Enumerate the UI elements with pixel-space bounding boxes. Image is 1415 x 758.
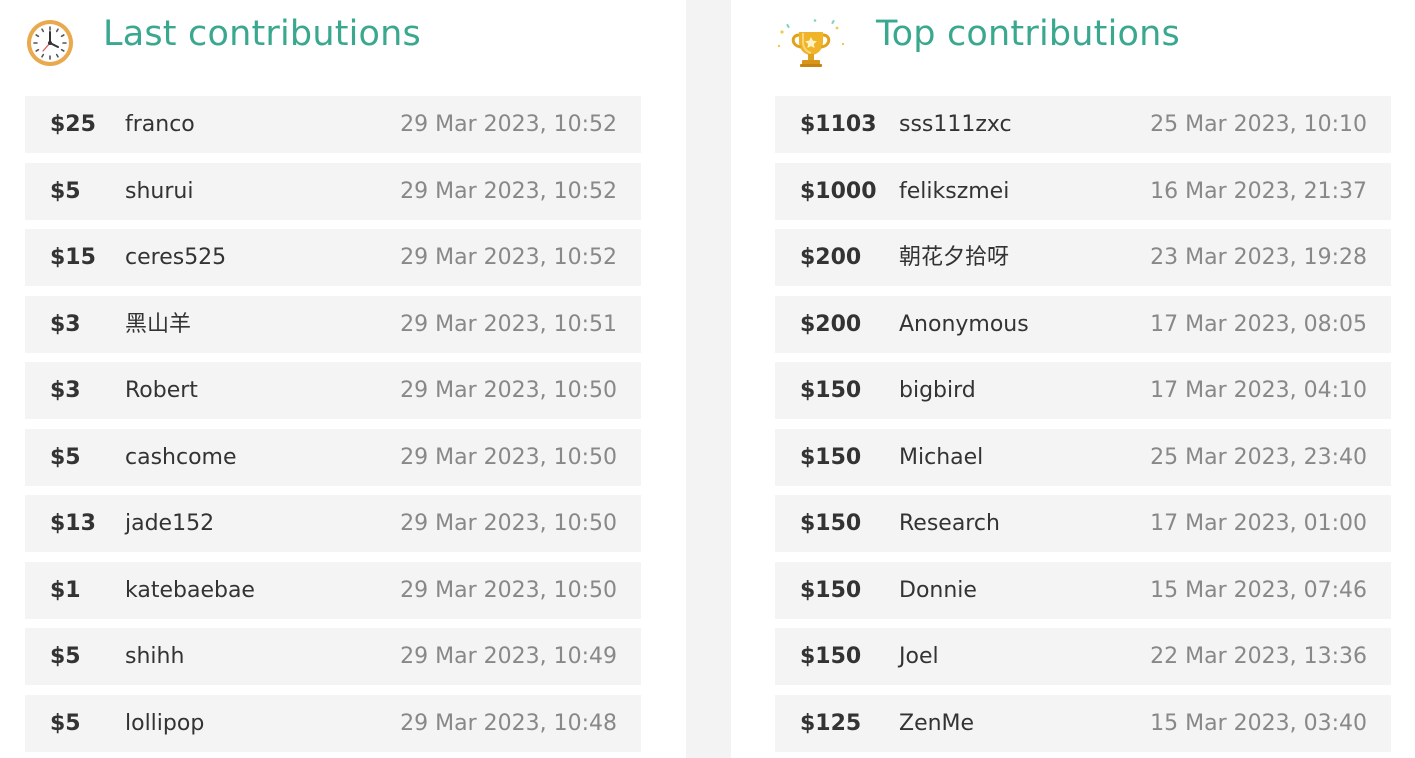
contribution-amount: $150 [800, 577, 862, 603]
top-contributions-panel: Top contributions $1103 sss111zxc 25 Mar… [775, 0, 1391, 752]
list-item: $150 Research 17 Mar 2023, 01:00 [775, 495, 1391, 552]
contribution-date: 29 Mar 2023, 10:49 [400, 644, 617, 669]
contribution-date: 17 Mar 2023, 08:05 [1150, 311, 1367, 337]
contribution-amount: $3 [50, 378, 81, 403]
contribution-date: 29 Mar 2023, 10:50 [400, 378, 617, 403]
contribution-amount: $1103 [800, 112, 877, 137]
contribution-date: 25 Mar 2023, 23:40 [1150, 444, 1367, 470]
contribution-amount: $1000 [800, 178, 877, 204]
list-item: $5 lollipop 29 Mar 2023, 10:48 [25, 694, 641, 752]
contributor-name: Research [899, 511, 1000, 536]
contributor-name: Joel [899, 644, 939, 669]
list-item: $150 Michael 25 Mar 2023, 23:40 [775, 428, 1391, 486]
contributor-name: ZenMe [899, 710, 975, 736]
contribution-date: 15 Mar 2023, 07:46 [1150, 577, 1367, 603]
contribution-amount: $3 [50, 311, 81, 337]
contribution-date: 29 Mar 2023, 10:52 [400, 178, 617, 204]
last-contributions-title: Last contributions [103, 14, 421, 54]
contributor-name: felikszmei [899, 178, 1010, 204]
contribution-date: 29 Mar 2023, 10:50 [400, 444, 617, 470]
list-item: $5 shurui 29 Mar 2023, 10:52 [25, 162, 641, 220]
list-item: $5 shihh 29 Mar 2023, 10:49 [25, 628, 641, 685]
contributor-name: ceres525 [125, 245, 227, 270]
list-item: $125 ZenMe 15 Mar 2023, 03:40 [775, 694, 1391, 752]
contribution-date: 25 Mar 2023, 10:10 [1150, 112, 1367, 137]
list-item: $3 Robert 29 Mar 2023, 10:50 [25, 362, 641, 419]
list-item: $25 franco 29 Mar 2023, 10:52 [25, 96, 641, 153]
contributor-name: lollipop [125, 710, 205, 736]
contribution-amount: $150 [800, 444, 862, 470]
list-item: $15 ceres525 29 Mar 2023, 10:52 [25, 229, 641, 286]
last-contributions-header: Last contributions [25, 0, 641, 96]
contributor-name: 黑山羊 [125, 311, 192, 337]
contributor-name: bigbird [899, 378, 976, 403]
list-item: $1103 sss111zxc 25 Mar 2023, 10:10 [775, 96, 1391, 153]
contribution-date: 17 Mar 2023, 04:10 [1150, 378, 1367, 403]
list-item: $5 cashcome 29 Mar 2023, 10:50 [25, 428, 641, 486]
contribution-date: 23 Mar 2023, 19:28 [1150, 245, 1367, 270]
contributor-name: Donnie [899, 577, 977, 603]
contributor-name: shurui [125, 178, 194, 204]
contribution-amount: $1 [50, 577, 81, 603]
contribution-date: 29 Mar 2023, 10:50 [400, 577, 617, 603]
contribution-amount: $5 [50, 710, 81, 736]
contribution-date: 29 Mar 2023, 10:51 [400, 311, 617, 337]
contributor-name: franco [125, 112, 195, 137]
contribution-date: 29 Mar 2023, 10:52 [400, 245, 617, 270]
contribution-amount: $200 [800, 245, 862, 270]
contribution-date: 15 Mar 2023, 03:40 [1150, 710, 1367, 736]
trophy-icon [775, 18, 847, 78]
contribution-date: 29 Mar 2023, 10:52 [400, 112, 617, 137]
top-contributions-header: Top contributions [775, 0, 1391, 96]
contributor-name: Robert [125, 378, 198, 403]
list-item: $200 朝花夕拾呀 23 Mar 2023, 19:28 [775, 229, 1391, 286]
list-item: $150 bigbird 17 Mar 2023, 04:10 [775, 362, 1391, 419]
top-contributions-title: Top contributions [876, 14, 1180, 54]
contributor-name: shihh [125, 644, 185, 669]
contribution-amount: $150 [800, 511, 862, 536]
contribution-date: 17 Mar 2023, 01:00 [1150, 511, 1367, 536]
list-item: $13 jade152 29 Mar 2023, 10:50 [25, 495, 641, 552]
contribution-date: 29 Mar 2023, 10:50 [400, 511, 617, 536]
contributor-name: jade152 [125, 511, 215, 536]
contribution-amount: $200 [800, 311, 862, 337]
contribution-amount: $5 [50, 444, 81, 470]
contribution-date: 22 Mar 2023, 13:36 [1150, 644, 1367, 669]
list-item: $3 黑山羊 29 Mar 2023, 10:51 [25, 295, 641, 353]
list-item: $200 Anonymous 17 Mar 2023, 08:05 [775, 295, 1391, 353]
contribution-amount: $5 [50, 644, 81, 669]
clock-icon [25, 18, 75, 72]
contributor-name: Michael [899, 444, 984, 470]
column-divider [686, 0, 731, 758]
contribution-date: 29 Mar 2023, 10:48 [400, 710, 617, 736]
contribution-amount: $13 [50, 511, 96, 536]
contributor-name: Anonymous [899, 311, 1029, 337]
list-item: $150 Donnie 15 Mar 2023, 07:46 [775, 561, 1391, 619]
contributor-name: 朝花夕拾呀 [899, 245, 1010, 270]
contributor-name: katebaebae [125, 577, 255, 603]
list-item: $1000 felikszmei 16 Mar 2023, 21:37 [775, 162, 1391, 220]
last-contributions-panel: Last contributions $25 franco 29 Mar 202… [25, 0, 641, 752]
contribution-amount: $150 [800, 644, 862, 669]
contribution-amount: $5 [50, 178, 81, 204]
contribution-amount: $25 [50, 112, 96, 137]
contribution-date: 16 Mar 2023, 21:37 [1150, 178, 1367, 204]
contribution-amount: $125 [800, 710, 862, 736]
list-item: $1 katebaebae 29 Mar 2023, 10:50 [25, 561, 641, 619]
contribution-amount: $150 [800, 378, 862, 403]
contributor-name: sss111zxc [899, 112, 1012, 137]
contributor-name: cashcome [125, 444, 237, 470]
list-item: $150 Joel 22 Mar 2023, 13:36 [775, 628, 1391, 685]
contribution-amount: $15 [50, 245, 96, 270]
